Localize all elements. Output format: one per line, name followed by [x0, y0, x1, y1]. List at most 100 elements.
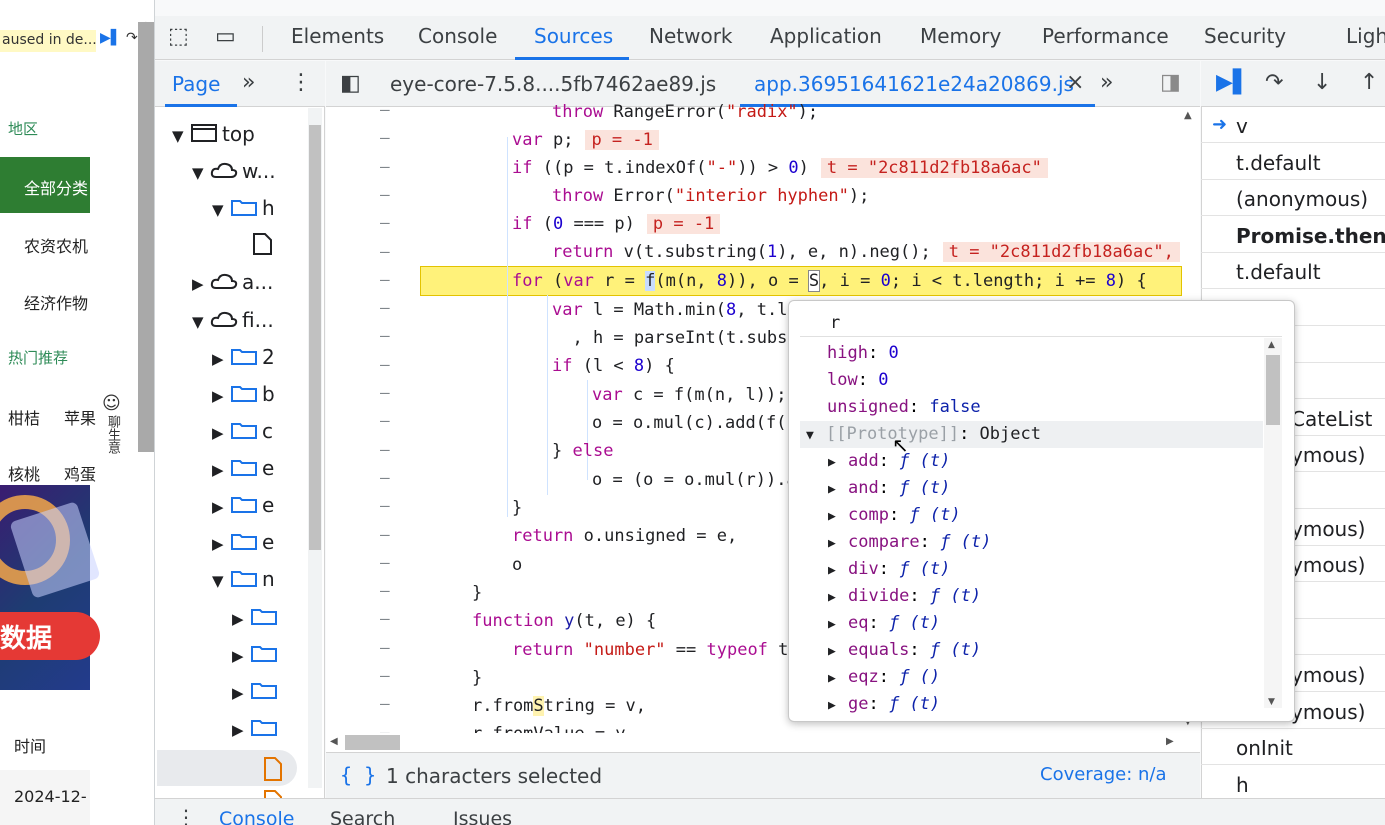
tab-elements[interactable]: Elements — [291, 24, 384, 48]
collapsed-triangle-icon[interactable]: ▶ — [212, 387, 230, 405]
collapsed-triangle-icon[interactable]: ▶ — [828, 476, 848, 503]
navigator-tree-item[interactable]: ▶ — [232, 716, 282, 746]
pretty-print-icon[interactable]: { } — [340, 763, 376, 787]
site-hot-item[interactable]: 核桃 — [8, 461, 40, 485]
line-number-marker[interactable]: – — [380, 609, 390, 628]
code-line[interactable]: var l = Math.min(8, t.le — [552, 296, 798, 324]
scroll-left-icon[interactable]: ◀ — [330, 736, 338, 747]
code-line[interactable]: o — [512, 551, 522, 579]
collapsed-triangle-icon[interactable]: ▶ — [828, 665, 848, 692]
navigator-tree-item[interactable]: ▼ w... — [192, 159, 276, 189]
line-number-marker[interactable]: – — [380, 326, 390, 345]
tab-performance[interactable]: Performance — [1042, 24, 1169, 48]
collapsed-triangle-icon[interactable]: ▶ — [828, 584, 848, 611]
more-editor-tabs-icon[interactable]: » — [1100, 70, 1113, 95]
navigator-tree-item[interactable]: ▶ b — [212, 382, 275, 412]
popover-method-row[interactable]: ▶ and: ƒ (t) — [828, 475, 950, 502]
expanded-triangle-icon[interactable]: ▼ — [192, 164, 210, 182]
collapsed-triangle-icon[interactable]: ▶ — [828, 503, 848, 530]
scroll-up-icon[interactable]: ▲ — [1184, 110, 1192, 121]
popover-method-row[interactable]: ▶ eq: ƒ (t) — [828, 610, 940, 637]
drawer-tab-issues[interactable]: Issues — [453, 808, 512, 825]
navigator-tree-item[interactable]: ▶ e — [212, 456, 274, 486]
popover-scroll-up-icon[interactable]: ▲ — [1268, 340, 1275, 350]
step-into-icon[interactable]: ↓ — [1313, 70, 1331, 95]
navigator-tree-item[interactable]: ▼ top — [172, 122, 255, 152]
call-frame[interactable]: onInit — [1201, 728, 1385, 766]
line-number-marker[interactable]: – — [380, 553, 390, 572]
code-line[interactable]: throw Error("interior hyphen"); — [552, 182, 869, 210]
expanded-triangle-icon[interactable]: ▼ — [192, 313, 210, 331]
line-number-marker[interactable]: – — [380, 100, 390, 119]
line-number-marker[interactable]: – — [380, 242, 390, 261]
call-frame[interactable]: Promise.then — [1201, 216, 1385, 253]
line-number-marker[interactable]: – — [380, 496, 390, 515]
line-number-marker[interactable]: – — [380, 157, 390, 176]
code-line[interactable]: } — [472, 664, 482, 692]
navigator-tree-item[interactable]: ▼ h — [212, 196, 275, 226]
site-scrollbar[interactable] — [138, 22, 154, 452]
editor-tab-app[interactable]: app.36951641621e24a20869.js — [754, 72, 1074, 96]
line-number-marker[interactable]: – — [380, 185, 390, 204]
line-number-marker[interactable]: – — [380, 666, 390, 685]
popover-scroll-thumb[interactable] — [1266, 355, 1280, 425]
code-line[interactable]: if ((p = t.indexOf("-")) > 0) t = "2c811d… — [512, 154, 1048, 182]
collapsed-triangle-icon[interactable]: ▶ — [828, 530, 848, 557]
line-number-marker[interactable]: – — [380, 213, 390, 232]
script-file-icon[interactable] — [262, 757, 284, 785]
navigator-tree-item[interactable]: ▼ n — [212, 567, 275, 597]
code-line[interactable]: r.fromValue = y, — [472, 720, 636, 733]
site-hot-item[interactable]: 柑桔 — [8, 405, 40, 429]
site-category-item[interactable]: 农资农机 — [24, 233, 88, 257]
tab-sources[interactable]: Sources — [534, 24, 613, 48]
resume-icon[interactable]: ▶▌ — [100, 30, 122, 52]
popover-property-row[interactable]: ▼ [[Prototype]]: Object — [806, 421, 1041, 448]
drawer-tab-console[interactable]: Console — [219, 808, 294, 825]
line-number-marker[interactable]: – — [380, 440, 390, 459]
site-hot-item[interactable]: 鸡蛋 — [64, 461, 96, 485]
resume-script-icon[interactable]: ▶▌ — [1216, 70, 1250, 95]
code-line[interactable]: return o.unsigned = e, — [512, 522, 737, 550]
expanded-triangle-icon[interactable]: ▼ — [806, 422, 826, 449]
expanded-triangle-icon[interactable]: ▼ — [212, 572, 230, 590]
coverage-status[interactable]: Coverage: n/a — [1040, 764, 1167, 785]
site-hot-item[interactable]: 苹果 — [64, 405, 96, 429]
collapsed-triangle-icon[interactable]: ▶ — [212, 350, 230, 368]
navigator-tree-item[interactable]: ▼ fi... — [192, 308, 274, 338]
code-line[interactable]: function y(t, e) { — [472, 607, 656, 635]
drawer-menu-icon[interactable]: ⋮ — [176, 805, 196, 825]
call-frame[interactable]: (anonymous) — [1201, 179, 1385, 217]
site-category-all[interactable]: 全部分类 — [0, 157, 90, 213]
popover-property-row[interactable]: low: 0 — [827, 367, 888, 394]
navigator-tree-item[interactable]: ▶ — [232, 605, 282, 635]
line-number-marker[interactable]: – — [380, 468, 390, 487]
toggle-navigator-icon[interactable]: ◧ — [340, 71, 361, 96]
collapsed-triangle-icon[interactable]: ▶ — [232, 684, 250, 702]
banner-data-button[interactable]: 数据 — [0, 612, 100, 660]
code-line[interactable]: o = (o = o.mul(r)).a — [592, 466, 797, 494]
line-number-marker[interactable]: – — [380, 298, 390, 317]
navigator-tree-item[interactable]: ▶ 2 — [212, 345, 275, 375]
navigator-scroll-thumb[interactable] — [309, 125, 321, 550]
popover-method-row[interactable]: ▶ comp: ƒ (t) — [828, 502, 961, 529]
editor-tab-eye-core[interactable]: eye-core-7.5.8....5fb7462ae89.js — [390, 72, 716, 96]
code-line[interactable]: var c = f(m(n, l)); — [592, 381, 786, 409]
expanded-triangle-icon[interactable]: ▼ — [212, 201, 230, 219]
chat-label[interactable]: 聊生意 — [104, 415, 120, 454]
line-number-marker[interactable]: – — [380, 694, 390, 713]
code-line[interactable]: } — [472, 579, 482, 607]
collapsed-triangle-icon[interactable]: ▶ — [212, 535, 230, 553]
popover-property-row[interactable]: unsigned: false — [827, 394, 981, 421]
call-frame[interactable]: h — [1201, 765, 1385, 802]
code-line-current[interactable]: for (var r = f(m(n, 8)), o = S, i = 0; i… — [512, 267, 1147, 295]
collapsed-triangle-icon[interactable]: ▶ — [828, 692, 848, 719]
collapsed-triangle-icon[interactable]: ▶ — [828, 557, 848, 584]
code-horizontal-scrollbar[interactable] — [326, 733, 1182, 753]
expanded-triangle-icon[interactable]: ▼ — [172, 127, 190, 145]
line-number-marker[interactable]: – — [380, 270, 390, 289]
inspect-element-icon[interactable]: ⬚ — [168, 24, 198, 54]
navigator-tree-item[interactable]: ▶ — [232, 679, 282, 709]
code-line[interactable]: } — [512, 494, 522, 522]
step-out-icon[interactable]: ↑ — [1360, 70, 1378, 95]
popover-method-row[interactable]: ▶ ge: ƒ (t) — [828, 691, 940, 718]
